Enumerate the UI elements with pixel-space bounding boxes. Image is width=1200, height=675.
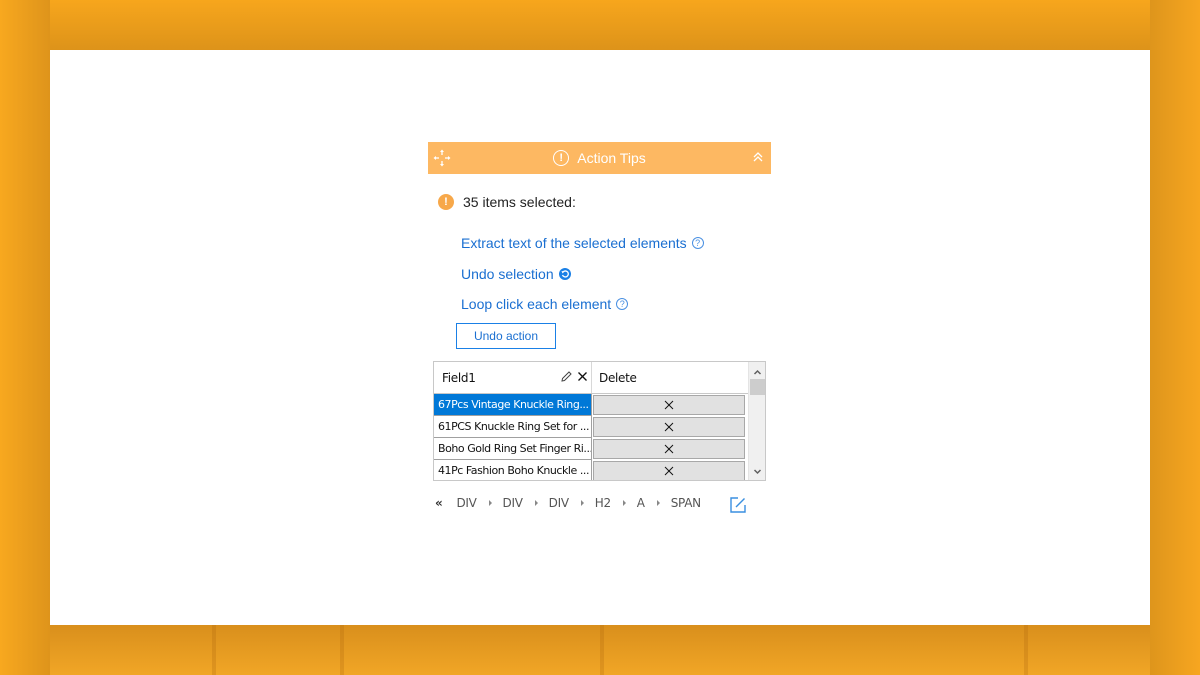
column-header-field1-label: Field1	[442, 370, 476, 385]
background-right	[1150, 0, 1200, 675]
panel-title: ! Action Tips	[553, 150, 646, 166]
background-top	[0, 0, 1200, 50]
breadcrumb-item[interactable]: SPAN	[671, 496, 701, 510]
close-icon[interactable]	[577, 371, 588, 382]
delete-row-button[interactable]	[593, 417, 745, 437]
chevron-double-up-icon[interactable]	[751, 149, 765, 165]
double-chevron-left-icon[interactable]: «	[435, 496, 443, 510]
field1-cell[interactable]: Boho Gold Ring Set Finger Ri...	[434, 438, 592, 460]
breadcrumb-item[interactable]: A	[637, 496, 645, 510]
delete-row-button[interactable]	[593, 461, 745, 480]
close-icon	[664, 422, 674, 432]
extract-text-label: Extract text of the selected elements	[461, 235, 687, 251]
close-icon	[664, 400, 674, 410]
delete-row-button[interactable]	[593, 395, 745, 415]
table-row: 41Pc Fashion Boho Knuckle ...	[434, 460, 765, 480]
undo-action-button[interactable]: Undo action	[456, 323, 556, 349]
help-icon[interactable]: ?	[616, 298, 629, 310]
breadcrumb-item[interactable]: H2	[595, 496, 611, 510]
pencil-icon[interactable]	[560, 370, 573, 383]
delete-row-button[interactable]	[593, 439, 745, 459]
breadcrumb-separator-icon	[622, 500, 626, 506]
breadcrumb-item[interactable]: DIV	[503, 496, 523, 510]
breadcrumb-separator-icon	[580, 500, 584, 506]
field1-cell[interactable]: 41Pc Fashion Boho Knuckle ...	[434, 460, 592, 480]
selection-count-text: 35 items selected:	[463, 194, 576, 210]
undo-selection-label: Undo selection	[461, 266, 554, 282]
extract-text-link[interactable]: Extract text of the selected elements ?	[461, 235, 704, 251]
close-icon	[664, 466, 674, 476]
undo-selection-icon[interactable]	[558, 268, 571, 280]
help-icon[interactable]: ?	[691, 237, 704, 249]
background-left	[0, 0, 50, 675]
move-icon[interactable]	[432, 148, 452, 168]
data-grid: Field1 Delete 67Pcs Vintage Knuckle Ring…	[433, 361, 766, 481]
breadcrumb-item[interactable]: DIV	[549, 496, 569, 510]
breadcrumb-separator-icon	[656, 500, 660, 506]
selection-status: ! 35 items selected:	[438, 194, 576, 210]
scroll-down-icon[interactable]	[753, 467, 762, 476]
element-path-breadcrumb: « DIV DIV DIV H2 A SPAN	[435, 496, 701, 510]
page-canvas: ! Action Tips ! 35 items selected: Extra…	[50, 50, 1150, 625]
open-external-icon[interactable]	[729, 496, 747, 514]
breadcrumb-separator-icon	[488, 500, 492, 506]
panel-title-text: Action Tips	[577, 150, 646, 166]
close-icon	[664, 444, 674, 454]
delete-cell	[592, 438, 746, 460]
breadcrumb-separator-icon	[534, 500, 538, 506]
table-row: 61PCS Knuckle Ring Set for ...	[434, 416, 765, 438]
column-header-field1[interactable]: Field1	[434, 362, 592, 393]
panel-header: ! Action Tips	[428, 142, 771, 174]
background-seam	[340, 625, 344, 675]
background-seam	[1024, 625, 1028, 675]
column-header-delete[interactable]: Delete	[592, 362, 746, 393]
delete-cell	[592, 460, 746, 480]
warning-icon: !	[438, 194, 454, 210]
loop-click-link[interactable]: Loop click each element ?	[461, 296, 629, 312]
undo-selection-link[interactable]: Undo selection	[461, 266, 571, 282]
delete-cell	[592, 394, 746, 416]
scrollbar-thumb[interactable]	[750, 379, 765, 395]
action-tips-panel: ! Action Tips ! 35 items selected: Extra…	[428, 142, 771, 522]
alert-circle-icon: !	[553, 150, 570, 166]
scroll-up-icon[interactable]	[753, 368, 762, 377]
field1-cell[interactable]: 61PCS Knuckle Ring Set for ...	[434, 416, 592, 438]
vertical-scrollbar[interactable]	[748, 362, 765, 480]
table-row: Boho Gold Ring Set Finger Ri...	[434, 438, 765, 460]
field1-cell[interactable]: 67Pcs Vintage Knuckle Ring...	[434, 394, 592, 416]
delete-cell	[592, 416, 746, 438]
loop-click-label: Loop click each element	[461, 296, 612, 312]
background-seam	[600, 625, 604, 675]
grid-header: Field1 Delete	[434, 362, 765, 394]
table-row: 67Pcs Vintage Knuckle Ring...	[434, 394, 765, 416]
background-seam	[212, 625, 216, 675]
breadcrumb-item[interactable]: DIV	[456, 496, 476, 510]
